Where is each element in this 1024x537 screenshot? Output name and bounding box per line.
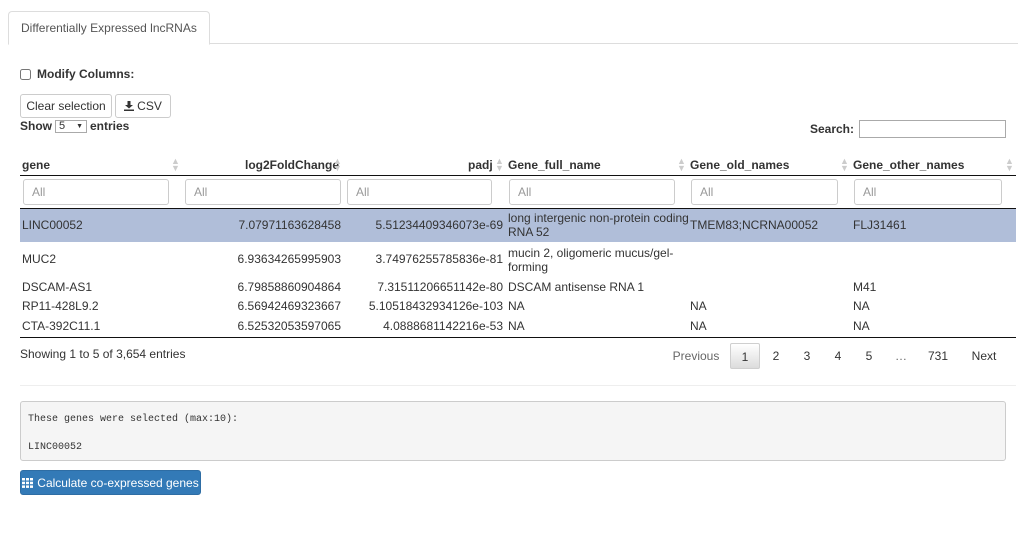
cell-padj: 4.0888681142216e-53 <box>383 319 503 333</box>
cell-log2foldchange: 6.79858860904864 <box>237 280 341 294</box>
sort-icon: ▲ ▼ <box>171 156 180 173</box>
cell-log2foldchange: 7.07971163628458 <box>238 218 341 232</box>
column-header-gene-old-names[interactable]: Gene_old_names <box>690 157 789 173</box>
cell-padj: 5.10518432934126e-103 <box>368 299 503 313</box>
modify-columns-checkbox[interactable] <box>20 68 31 80</box>
cell-gene: MUC2 <box>22 252 57 266</box>
download-icon <box>124 101 135 111</box>
cell-log2foldchange: 6.52532053597065 <box>237 319 341 333</box>
cell-gene-full-name-line2: RNA 52 <box>508 225 550 239</box>
cell-gene-old-names: TMEM83;NCRNA00052 <box>690 218 819 232</box>
cell-log2foldchange: 6.93634265995903 <box>237 252 341 266</box>
cell-padj: 5.51234409346073e-69 <box>375 218 503 232</box>
pagination-previous[interactable]: Previous <box>668 343 724 369</box>
column-header-gene-other-names[interactable]: Gene_other_names <box>853 157 964 173</box>
modify-columns-label: Modify Columns: <box>37 67 135 81</box>
table-info: Showing 1 to 5 of 3,654 entries <box>20 347 186 361</box>
column-header-padj[interactable]: padj <box>468 157 493 173</box>
cell-gene: CTA-392C11.1 <box>22 319 101 333</box>
modify-columns-row: Modify Columns: <box>20 66 134 82</box>
pagination-next[interactable]: Next <box>966 343 1002 369</box>
table-row[interactable]: MUC2 6.93634265995903 3.74976255785836e-… <box>20 242 1016 277</box>
filter-padj[interactable]: All <box>347 179 492 205</box>
selected-genes-output: These genes were selected (max:10): LINC… <box>20 401 1006 461</box>
pagination-page-731[interactable]: 731 <box>922 343 954 369</box>
cell-gene-full-name-line1: long intergenic non-protein coding <box>508 211 689 225</box>
sort-icon: ▲ ▼ <box>840 156 849 173</box>
cell-gene-other-names: NA <box>853 299 870 313</box>
table-row[interactable]: LINC00052 7.07971163628458 5.51234409346… <box>20 209 1016 242</box>
cell-gene-other-names: M41 <box>853 280 877 294</box>
cell-padj: 7.31511206651142e-80 <box>377 280 503 294</box>
calculate-label: Calculate co-expressed genes <box>37 475 199 490</box>
table-grid-icon <box>22 477 34 488</box>
pagination-page-5[interactable]: 5 <box>857 343 881 369</box>
filter-gene-other-names[interactable]: All <box>854 179 1002 205</box>
sort-icon: ▲ ▼ <box>495 156 504 173</box>
cell-gene: RP11-428L9.2 <box>22 299 99 313</box>
selected-genes-heading: These genes were selected (max:10): <box>28 414 239 425</box>
caret-down-icon: ▼ <box>76 122 83 130</box>
cell-gene-full-name-line2: forming <box>508 260 549 274</box>
cell-gene: DSCAM-AS1 <box>22 280 93 294</box>
filter-gene[interactable]: All <box>23 179 169 205</box>
sort-icon: ▲ ▼ <box>677 156 686 173</box>
table-bottom-border <box>20 337 1016 338</box>
pagination-page-2[interactable]: 2 <box>764 343 788 369</box>
clear-selection-button[interactable]: Clear selection <box>20 94 112 118</box>
sort-icon: ▲ ▼ <box>1005 156 1014 173</box>
column-header-gene-full-name[interactable]: Gene_full_name <box>508 157 601 173</box>
filter-gene-full-name[interactable]: All <box>509 179 675 205</box>
pagination-page-1[interactable]: 1 <box>730 343 760 369</box>
show-entries: Show 5 ▼ entries <box>20 119 129 133</box>
sort-icon: ▲ ▼ <box>333 156 342 173</box>
column-header-gene[interactable]: gene <box>22 157 50 173</box>
csv-label: CSV <box>137 99 162 113</box>
pagination-ellipsis: … <box>895 349 907 363</box>
page-length-select[interactable]: 5 ▼ <box>55 119 87 133</box>
cell-padj: 3.74976255785836e-81 <box>375 252 503 266</box>
show-prefix: Show <box>20 119 52 133</box>
header-divider <box>20 175 1016 176</box>
search-input[interactable] <box>859 120 1006 138</box>
section-divider <box>20 385 1016 386</box>
selected-genes-list: LINC00052 <box>28 442 83 453</box>
cell-gene-old-names: NA <box>690 299 707 313</box>
filter-log2foldchange[interactable]: All <box>185 179 341 205</box>
pagination-page-4[interactable]: 4 <box>826 343 850 369</box>
calculate-coexpressed-button[interactable]: Calculate co-expressed genes <box>20 470 201 495</box>
filter-gene-old-names[interactable]: All <box>691 179 838 205</box>
cell-gene-full-name: DSCAM antisense RNA 1 <box>508 280 645 294</box>
cell-gene-full-name: NA <box>508 299 525 313</box>
csv-button[interactable]: CSV <box>115 94 171 118</box>
cell-gene-other-names: NA <box>853 319 870 333</box>
search-row: Search: <box>810 120 1006 138</box>
table-row[interactable]: DSCAM-AS1 6.79858860904864 7.31511206651… <box>20 277 1016 296</box>
cell-gene-full-name-line1: mucin 2, oligomeric mucus/gel- <box>508 246 674 260</box>
cell-log2foldchange: 6.56942469323667 <box>237 299 341 313</box>
show-suffix: entries <box>90 119 130 133</box>
cell-gene-old-names: NA <box>690 319 707 333</box>
pagination-page-3[interactable]: 3 <box>795 343 819 369</box>
tab-differentially-expressed-lncrnas[interactable]: Differentially Expressed lncRNAs <box>8 11 210 45</box>
cell-gene-full-name: NA <box>508 319 525 333</box>
tab-bar: Differentially Expressed lncRNAs <box>8 11 1018 45</box>
search-label: Search: <box>809 122 854 136</box>
column-header-log2foldchange[interactable]: log2FoldChange <box>245 157 339 173</box>
page-length-value: 5 <box>59 120 66 132</box>
table-row[interactable]: CTA-392C11.1 6.52532053597065 4.08886811… <box>20 316 1016 336</box>
cell-gene: LINC00052 <box>22 218 83 232</box>
table-row[interactable]: RP11-428L9.2 6.56942469323667 5.10518432… <box>20 296 1016 316</box>
cell-gene-other-names: FLJ31461 <box>853 218 907 232</box>
